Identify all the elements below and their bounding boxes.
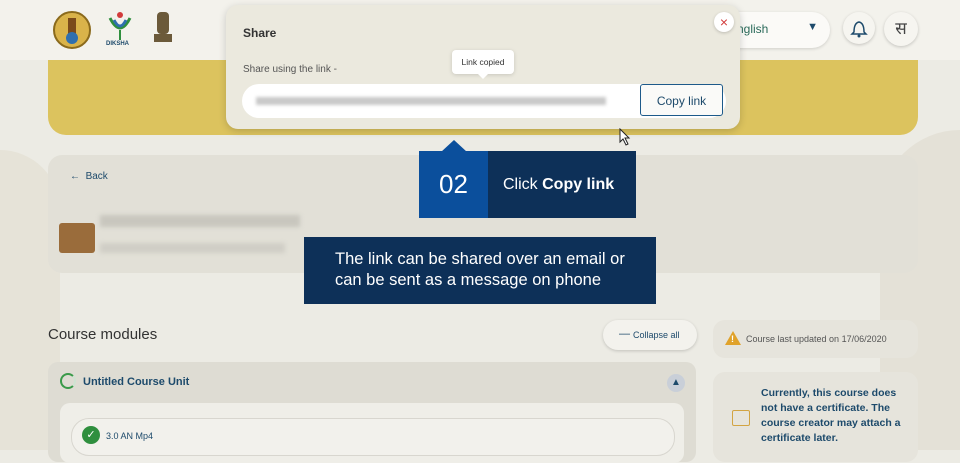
step-instruction: Click Copy link — [488, 151, 636, 218]
course-modules-heading: Course modules — [48, 326, 158, 343]
close-icon[interactable]: × — [714, 12, 734, 32]
check-icon: ✓ — [82, 426, 100, 444]
course-title-blurred — [100, 215, 300, 227]
state-emblem-logo — [52, 8, 92, 52]
step-bold-label: Copy link — [542, 176, 615, 193]
tutorial-note: The link can be shared over an email or … — [304, 237, 656, 304]
language-selected: nglish — [737, 22, 769, 36]
national-emblem-logo — [150, 8, 190, 52]
avatar[interactable]: स — [884, 12, 918, 46]
back-label: Back — [85, 171, 108, 182]
course-thumbnail — [59, 223, 95, 253]
certificate-note: Currently, this course does not have a c… — [761, 387, 901, 444]
chevron-up-icon[interactable]: ▲ — [667, 374, 685, 392]
course-meta-blurred — [100, 243, 285, 253]
arrow-left-icon: ← — [70, 171, 80, 182]
back-link[interactable]: ← Back — [70, 171, 108, 182]
mouse-cursor-icon — [619, 127, 631, 151]
chevron-down-icon: ▼ — [807, 21, 818, 33]
collapse-all-button[interactable]: — Collapse all — [603, 320, 697, 350]
list-item-label: 3.0 AN Mp4 — [106, 431, 154, 441]
step-prefix: Click — [503, 176, 543, 193]
link-copied-tooltip: Link copied — [452, 50, 514, 74]
share-link-value-blurred — [256, 97, 606, 105]
notification-button[interactable] — [843, 12, 875, 44]
bell-icon — [850, 21, 868, 38]
warning-mark: ! — [731, 334, 734, 344]
list-item[interactable] — [71, 418, 675, 456]
minus-icon: — — [619, 328, 630, 340]
certificate-icon — [732, 410, 750, 426]
collapse-all-label: Collapse all — [633, 330, 680, 340]
copy-link-button[interactable]: Copy link — [640, 84, 723, 116]
modal-title: Share — [243, 26, 277, 40]
tooltip-arrow — [477, 73, 489, 79]
unit-title[interactable]: Untitled Course Unit — [83, 376, 189, 388]
logo-caption: DIKSHA — [106, 41, 130, 47]
step-number: 02 — [419, 151, 488, 218]
progress-ring-icon — [60, 373, 76, 389]
last-updated-text: Course last updated on 17/06/2020 — [746, 334, 887, 344]
share-label: Share using the link - — [243, 64, 337, 75]
